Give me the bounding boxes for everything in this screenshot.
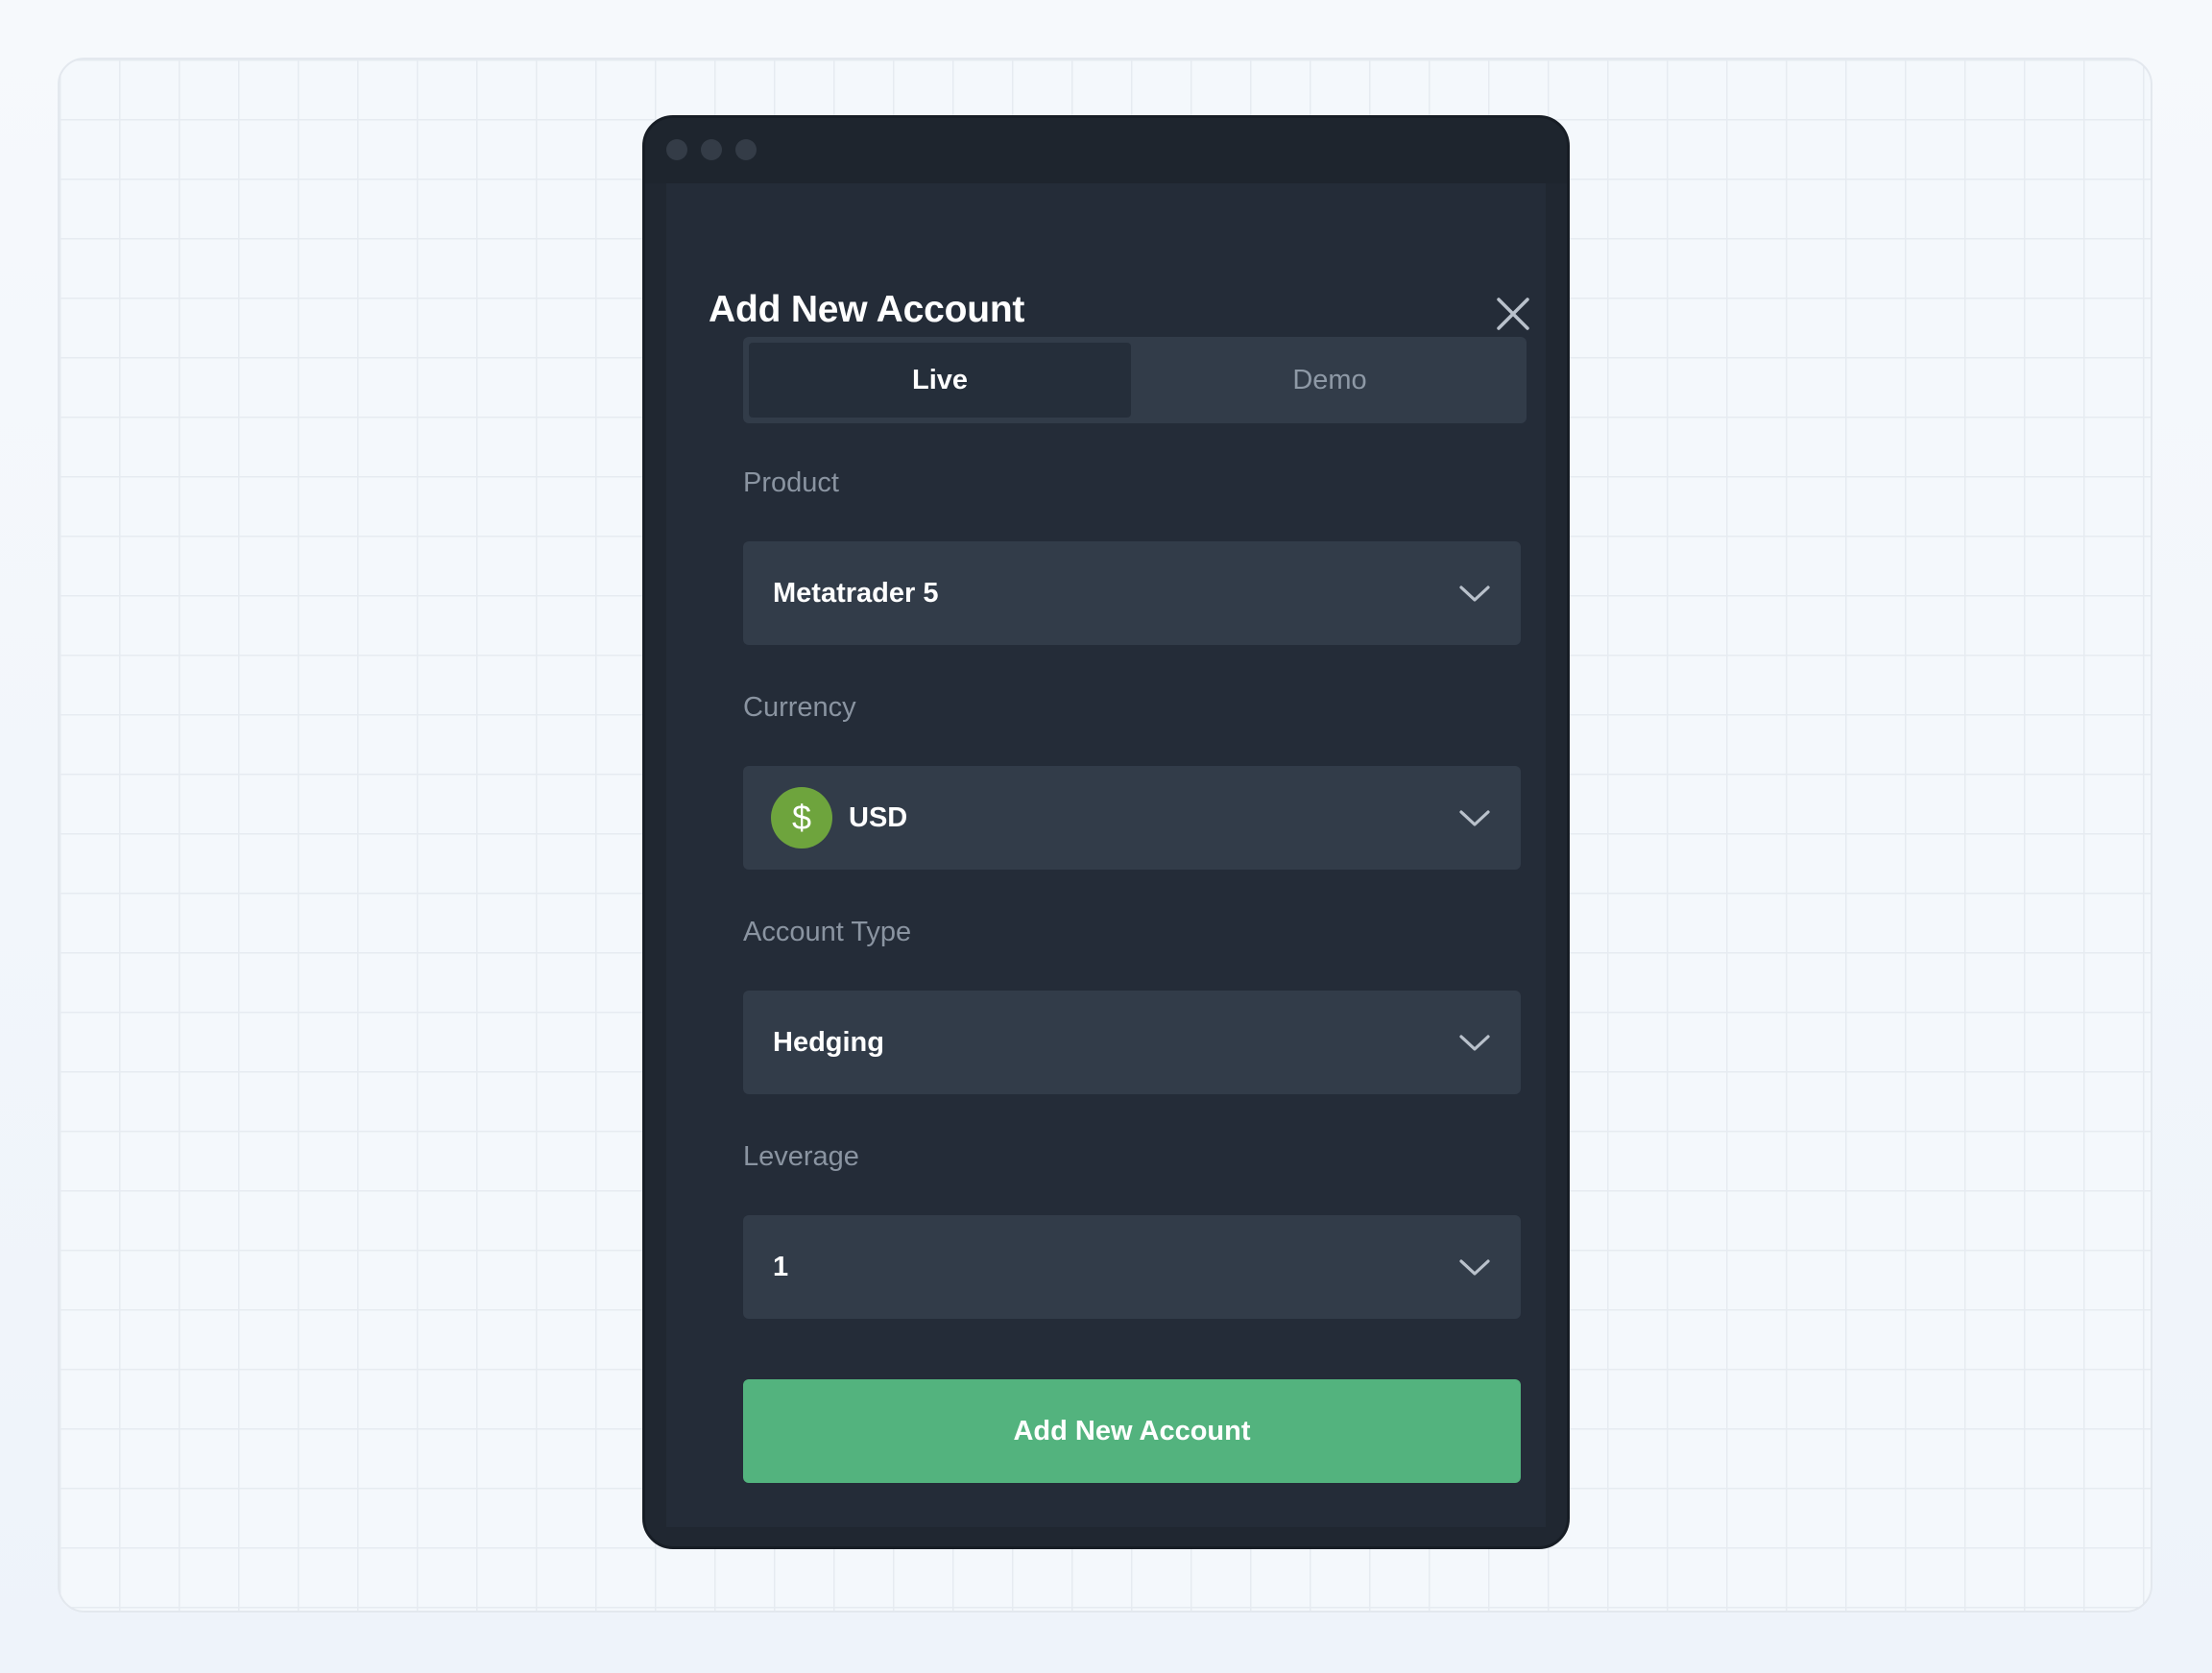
product-value: Metatrader 5: [773, 578, 939, 609]
window-control-dot[interactable]: [666, 139, 687, 160]
window-titlebar: [645, 118, 1567, 183]
product-select[interactable]: Metatrader 5: [743, 541, 1521, 645]
close-button[interactable]: [1488, 289, 1538, 339]
add-account-dialog: Add New Account Live Demo Product Metatr…: [666, 183, 1546, 1527]
account-type-value: Hedging: [773, 1027, 884, 1058]
account-mode-tabs: Live Demo: [743, 337, 1527, 423]
chevron-down-icon: [1457, 1028, 1492, 1057]
window-control-dot[interactable]: [701, 139, 722, 160]
chevron-down-icon: [1457, 803, 1492, 832]
tab-live[interactable]: Live: [749, 343, 1131, 418]
account-type-select[interactable]: Hedging: [743, 991, 1521, 1094]
add-new-account-button[interactable]: Add New Account: [743, 1379, 1521, 1483]
currency-value: USD: [849, 802, 908, 833]
product-label: Product: [743, 467, 839, 498]
close-icon: [1488, 289, 1538, 339]
chevron-down-icon: [1457, 1253, 1492, 1281]
leverage-select[interactable]: 1: [743, 1215, 1521, 1319]
currency-label: Currency: [743, 692, 856, 723]
app-window: Add New Account Live Demo Product Metatr…: [642, 115, 1570, 1549]
chevron-down-icon: [1457, 579, 1492, 608]
leverage-value: 1: [773, 1252, 789, 1282]
tab-demo[interactable]: Demo: [1139, 343, 1521, 418]
dollar-icon: $: [771, 787, 832, 848]
dialog-title: Add New Account: [709, 289, 1025, 330]
currency-select[interactable]: $ USD: [743, 766, 1521, 870]
window-control-dot[interactable]: [735, 139, 757, 160]
leverage-label: Leverage: [743, 1141, 859, 1172]
account-type-label: Account Type: [743, 917, 912, 947]
